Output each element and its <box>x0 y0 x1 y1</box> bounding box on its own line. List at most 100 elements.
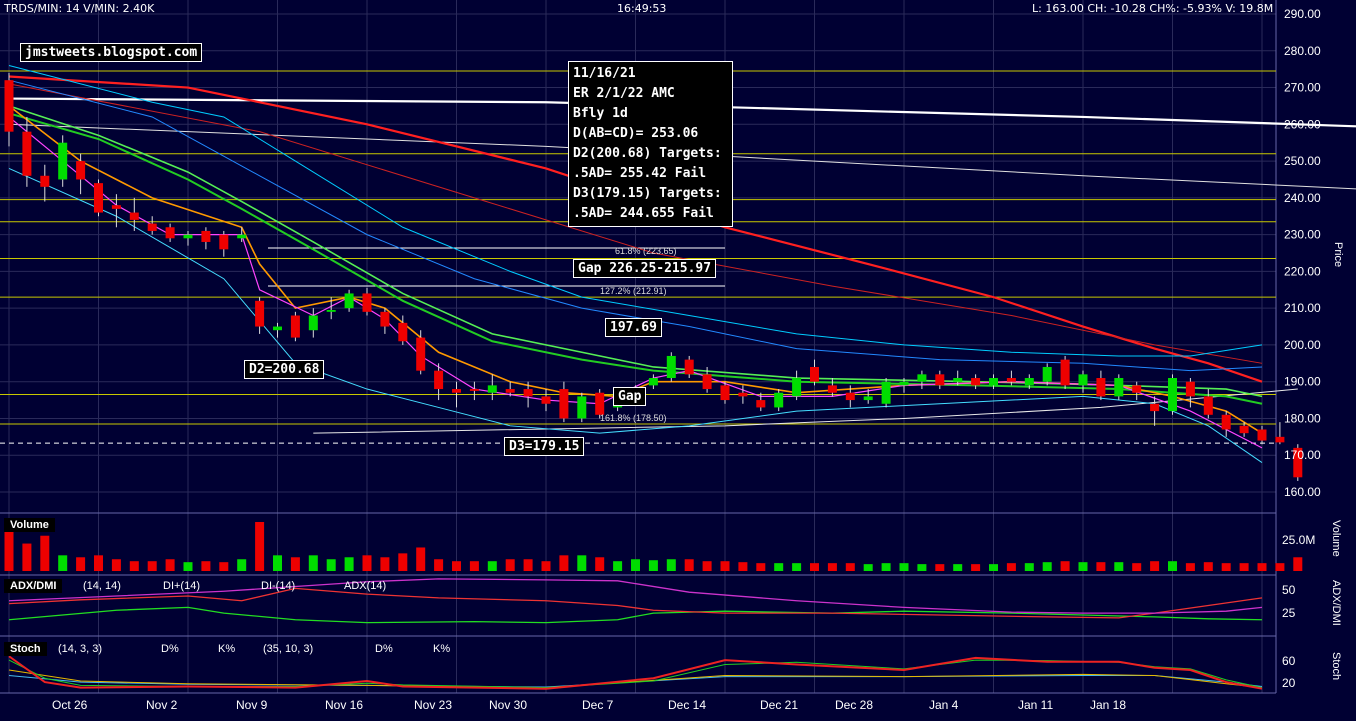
candle-body <box>147 223 157 231</box>
volume-bar <box>344 557 354 571</box>
candle-body <box>416 337 426 371</box>
stoch-legend-k: K% <box>218 643 236 655</box>
volume-bar <box>505 559 515 571</box>
volume-bar <box>1150 561 1160 571</box>
volume-bar <box>94 555 103 571</box>
candle-body <box>684 359 694 375</box>
volume-bar <box>76 557 86 571</box>
candle-body <box>380 311 390 327</box>
volume-bar <box>810 563 819 571</box>
candle-body <box>845 392 855 401</box>
price-tick: 270.00 <box>1284 81 1321 95</box>
volume-bar <box>917 564 927 571</box>
volume-bar <box>219 562 229 571</box>
volume-bar <box>935 564 945 571</box>
volume-bar <box>684 559 694 571</box>
candle-body <box>76 161 86 180</box>
candle-body <box>308 315 318 331</box>
volume-bar <box>899 563 909 571</box>
price-tick: 190.00 <box>1284 375 1321 389</box>
x-label: Dec 21 <box>760 698 799 712</box>
price-tick: 260.00 <box>1284 117 1321 131</box>
volume-bar <box>631 559 640 571</box>
gap-low-label: Gap <box>613 387 647 406</box>
candle-body <box>398 322 408 342</box>
volume-bar <box>469 561 479 571</box>
volume-bar <box>666 559 676 571</box>
volume-bar <box>290 557 300 571</box>
volume-bar <box>416 547 426 571</box>
header-right: L: 163.00 CH: -10.28 CH%: -5.93% V: 19.8… <box>1032 2 1274 15</box>
candle-body <box>1132 385 1142 393</box>
candle-body <box>953 378 963 382</box>
candle-body <box>738 392 748 397</box>
adx-legend-adx: ADX(14) <box>344 580 387 592</box>
volume-bar <box>595 557 605 571</box>
candle-body <box>505 389 515 393</box>
volume-bar <box>720 561 730 571</box>
candle-body <box>827 385 837 393</box>
candle-body <box>559 389 569 419</box>
candle-body <box>237 234 247 239</box>
candle-body <box>452 389 461 393</box>
stoch-side-label: Stoch <box>1330 652 1342 681</box>
candle-body <box>58 142 68 180</box>
volume-bar <box>1275 563 1285 571</box>
volume-bar <box>953 564 963 571</box>
volume-bar <box>1203 562 1213 571</box>
volume-bar <box>129 561 139 571</box>
volume-bar <box>1042 562 1052 571</box>
candle-body <box>577 396 587 419</box>
price-tick: 230.00 <box>1284 228 1321 242</box>
x-label: Dec 7 <box>582 698 614 712</box>
x-label: Nov 16 <box>325 698 364 712</box>
adx-tick-25: 25 <box>1282 606 1296 620</box>
volume-bar <box>1132 563 1142 571</box>
candle-body <box>810 366 819 382</box>
candle-body <box>989 378 998 386</box>
candle-body <box>899 381 909 386</box>
gap-top-label: Gap 226.25-215.97 <box>573 259 717 278</box>
volume-bar <box>398 553 408 571</box>
header-center: 16:49:53 <box>617 2 667 15</box>
stoch-legend-d: D% <box>161 643 179 655</box>
volume-bar <box>1024 563 1034 571</box>
price-tick: 210.00 <box>1284 301 1321 315</box>
candle-body <box>1185 381 1195 397</box>
candle-body <box>1042 366 1052 382</box>
info-line: Bfly 1d <box>573 106 628 121</box>
candle-body <box>94 183 103 213</box>
volume-bar <box>613 561 623 571</box>
candle-body <box>255 300 265 327</box>
stoch-panel-title: Stoch <box>4 642 47 656</box>
candle-body <box>523 389 533 397</box>
volume-tick: 25.0M <box>1282 533 1316 547</box>
adx-legend-diminus: DI-(14) <box>261 580 296 592</box>
candle-body <box>111 205 121 209</box>
volume-side-label: Volume <box>1330 520 1342 557</box>
volume-bar <box>738 562 748 571</box>
candle-body <box>1060 359 1070 386</box>
volume-bar <box>541 561 551 571</box>
candle-body <box>541 396 551 404</box>
volume-bar <box>989 564 998 571</box>
volume-panel-title: Volume <box>4 518 55 532</box>
x-label: Jan 11 <box>1018 698 1054 712</box>
volume-bar <box>237 559 247 571</box>
volume-bar <box>1185 563 1195 571</box>
volume-bar <box>648 560 658 571</box>
candle-body <box>863 396 873 401</box>
volume-bar <box>183 562 193 571</box>
volume-bar <box>255 522 265 571</box>
volume-bar <box>487 561 497 571</box>
volume-bar <box>434 559 444 571</box>
volume-bar <box>1096 562 1106 571</box>
candle-body <box>1239 425 1249 434</box>
volume-bar <box>362 555 372 571</box>
price-axis-title: Price <box>1332 242 1344 268</box>
fib-1618-label: 161.8% (178.50) <box>600 413 667 423</box>
stoch-legend-slow-params: (35, 10, 3) <box>263 643 314 655</box>
candle-body <box>4 80 14 132</box>
candle-body <box>666 355 676 379</box>
candle-body <box>219 234 229 250</box>
